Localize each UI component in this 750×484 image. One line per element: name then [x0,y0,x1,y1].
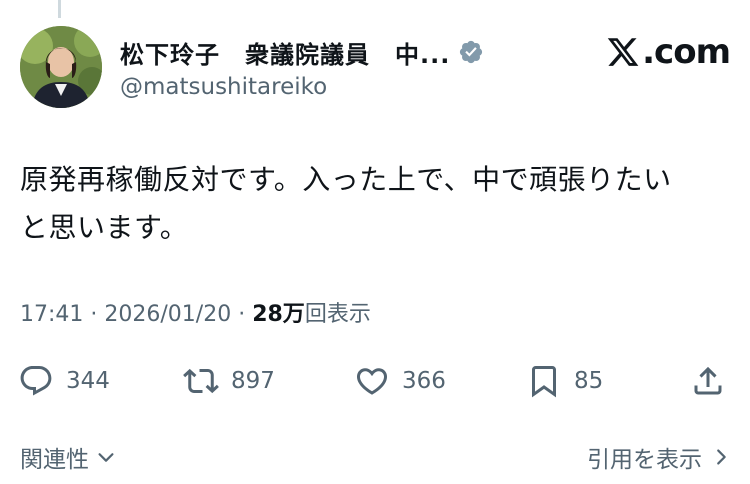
retweet-icon [183,368,219,394]
tweet-date[interactable]: 2026/01/20 [104,302,231,327]
view-quotes-label: 引用を表示 [587,447,702,473]
meta-separator: · [231,302,253,327]
sort-label: 関連性 [20,447,89,473]
views-count[interactable]: 28万 [252,302,305,327]
bookmark-icon [532,366,556,398]
view-quotes-link[interactable]: 引用を表示 [587,440,732,474]
views-label[interactable]: 回表示 [305,302,371,327]
tweet-text-line: 原発再稼働反対です。入った上で、中で頑張りたい [20,163,672,196]
tweet-meta: 17:41 · 2026/01/20 · 28万回表示 [20,296,371,328]
reply-button[interactable]: 344 [18,356,110,406]
tweet-time[interactable]: 17:41 [20,302,83,327]
x-logo-icon [607,38,639,66]
tweet-footer: 関連性 引用を表示 [20,440,732,476]
tweet-header: 松下玲子 衆議院議員 中... @matsushitareiko .com [20,26,731,112]
bookmark-count: 85 [574,368,604,394]
profile-photo-icon [20,26,102,108]
heart-icon [356,368,388,395]
like-count: 366 [402,368,446,394]
verified-badge-icon [460,40,483,64]
chevron-right-icon [717,449,726,465]
author-names: 松下玲子 衆議院議員 中... @matsushitareiko [120,36,484,100]
meta-separator: · [83,302,105,327]
tweet-text-line: と思います。 [20,211,189,244]
logo-domain-text: .com [642,32,731,72]
share-icon [694,366,722,395]
display-name-row[interactable]: 松下玲子 衆議院議員 中... [120,35,484,70]
thread-connector-line [58,0,61,18]
like-button[interactable]: 366 [354,356,446,406]
bookmark-button[interactable]: 85 [526,356,603,406]
display-name[interactable]: 松下玲子 衆議院議員 中... [120,35,450,70]
retweet-button[interactable]: 897 [183,356,275,406]
action-bar: 344 897 366 85 [18,356,730,406]
x-com-logo: .com [606,32,731,72]
reply-icon [20,366,52,396]
retweet-count: 897 [231,368,275,394]
chevron-down-icon [98,453,114,462]
reply-count: 344 [66,368,110,394]
handle[interactable]: @matsushitareiko [120,74,484,100]
share-button[interactable] [690,356,726,406]
avatar[interactable] [20,26,102,108]
sort-relevance-dropdown[interactable]: 関連性 [20,440,117,474]
tweet-text: 原発再稼働反対です。入った上で、中で頑張りたい と思います。 [20,156,732,252]
